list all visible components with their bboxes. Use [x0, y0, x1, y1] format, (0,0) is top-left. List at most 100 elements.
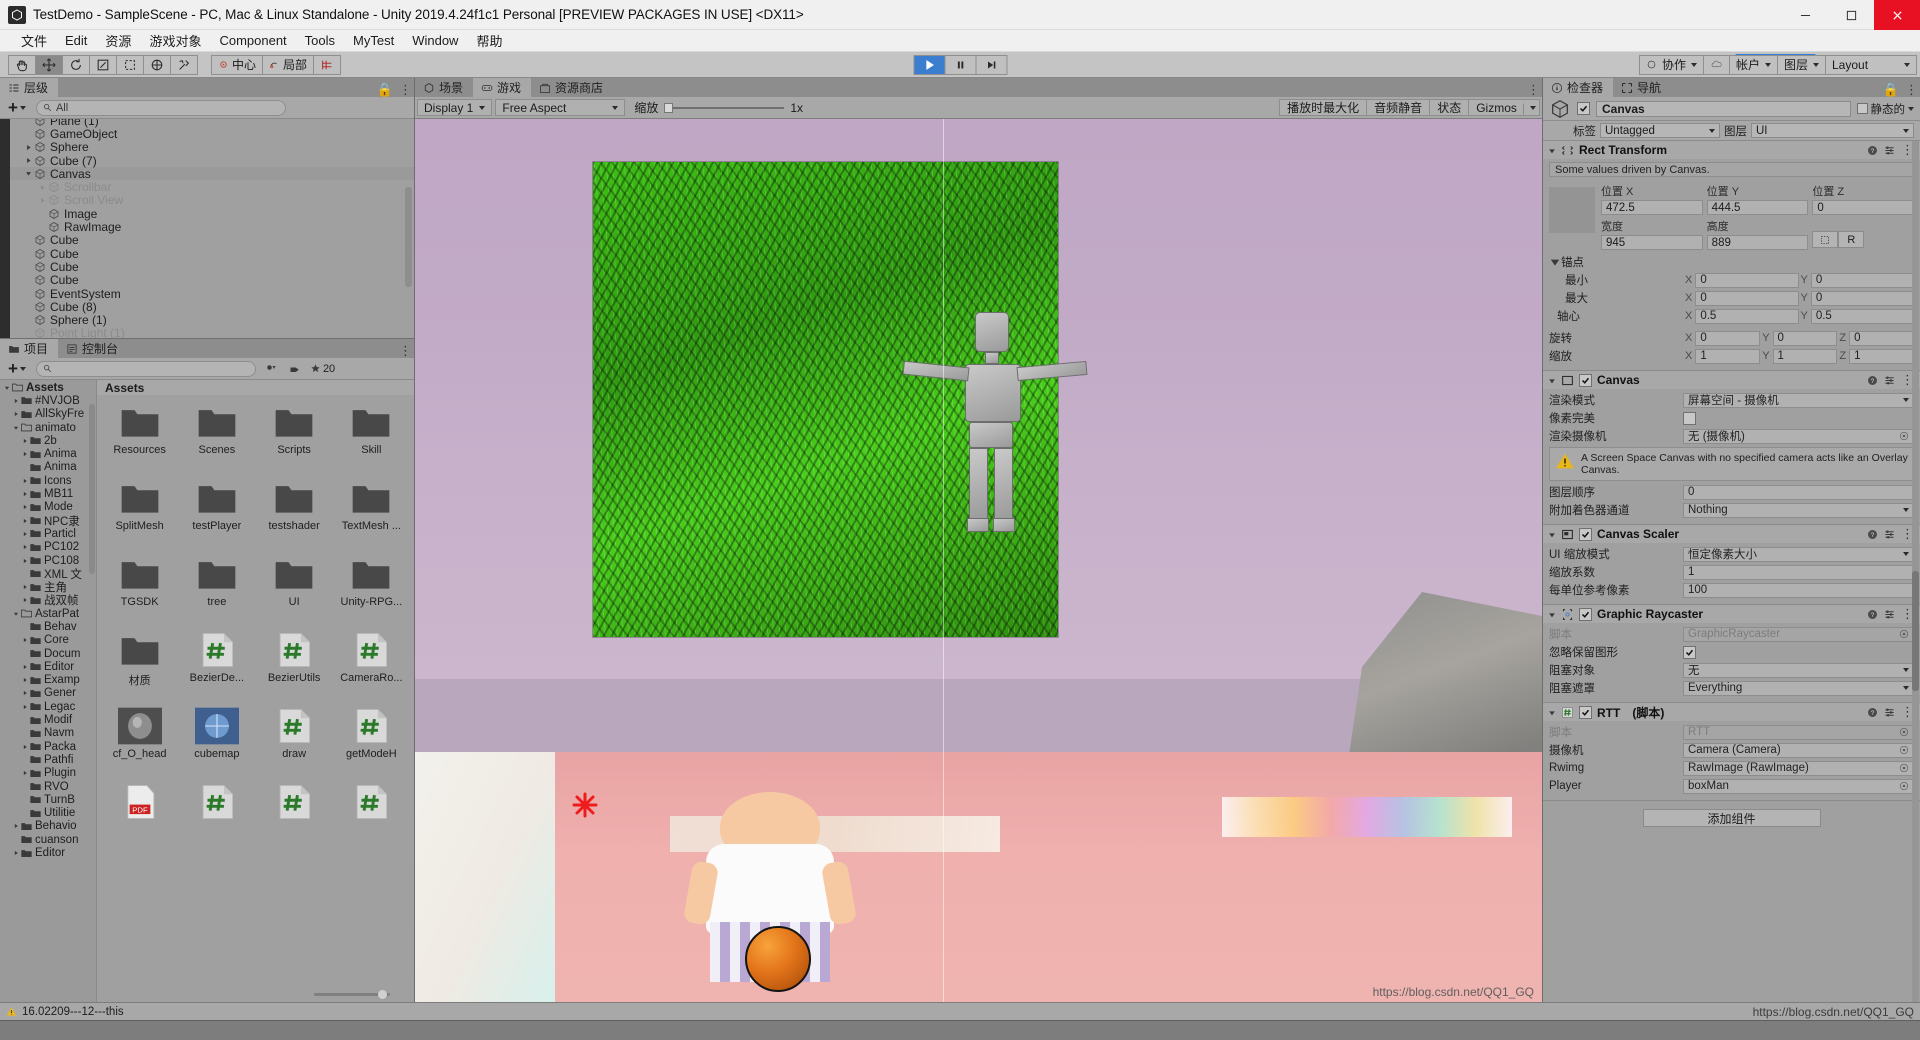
- expand-toggle[interactable]: [1549, 256, 1561, 268]
- expand-toggle[interactable]: [20, 770, 30, 776]
- blueprint-mode-button[interactable]: [1812, 231, 1839, 248]
- help-icon[interactable]: ?: [1867, 145, 1878, 156]
- component-header[interactable]: Rect Transform? ⋮: [1543, 141, 1920, 159]
- expand-toggle[interactable]: [20, 518, 30, 524]
- layout-button[interactable]: Layout: [1825, 54, 1917, 75]
- project-tree-item[interactable]: Assets: [0, 381, 96, 394]
- expand-toggle[interactable]: [11, 411, 21, 417]
- asset-item[interactable]: Skill: [333, 403, 410, 479]
- x-field[interactable]: 0.5: [1695, 308, 1799, 324]
- preset-icon[interactable]: [1884, 707, 1895, 718]
- project-tree-item[interactable]: AstarPat: [0, 607, 96, 620]
- expand-toggle[interactable]: [1548, 607, 1556, 622]
- expand-toggle[interactable]: [20, 451, 30, 457]
- filter-by-type-button[interactable]: [262, 361, 280, 377]
- component-header[interactable]: Canvas Scaler? ⋮: [1543, 525, 1920, 543]
- menu-item-file[interactable]: 文件: [12, 29, 56, 52]
- project-tree-item[interactable]: MB11: [0, 487, 96, 500]
- project-tree-scrollbar[interactable]: [89, 404, 95, 574]
- asset-item[interactable]: TGSDK: [101, 555, 178, 631]
- asset-item[interactable]: Resources: [101, 403, 178, 479]
- pivot-rotation-button[interactable]: 局部: [262, 54, 314, 75]
- lock-icon[interactable]: 🔒: [1883, 83, 1899, 96]
- asset-item[interactable]: testPlayer: [178, 479, 255, 555]
- maximize-button[interactable]: [1828, 0, 1874, 30]
- tab-project[interactable]: 项目: [0, 339, 59, 358]
- hierarchy-item-cube[interactable]: Cube: [0, 260, 414, 274]
- layers-button[interactable]: 图层: [1776, 54, 1826, 75]
- project-tree-item[interactable]: Core: [0, 634, 96, 647]
- project-tree-item[interactable]: Behavio: [0, 820, 96, 833]
- aspect-dropdown[interactable]: Free Aspect: [495, 99, 626, 116]
- rotate-tool-button[interactable]: [62, 54, 90, 75]
- expand-toggle[interactable]: [23, 170, 34, 177]
- asset-item[interactable]: draw: [256, 707, 333, 783]
- tag-dropdown[interactable]: Untagged: [1600, 123, 1720, 138]
- expand-toggle[interactable]: [1548, 143, 1556, 158]
- transform-tool-button[interactable]: [143, 54, 171, 75]
- project-tree-item[interactable]: PC102: [0, 541, 96, 554]
- hierarchy-item-rawimage[interactable]: RawImage: [0, 220, 414, 234]
- hierarchy-item-cube[interactable]: Cube: [0, 233, 414, 247]
- project-tab-actions[interactable]: ⋮: [399, 344, 412, 357]
- hierarchy-item-canvas[interactable]: Canvas: [0, 167, 414, 181]
- preset-icon[interactable]: [1884, 375, 1895, 386]
- tab-navigation[interactable]: 导航: [1613, 78, 1672, 97]
- tab-game[interactable]: 游戏: [473, 78, 532, 97]
- preset-icon[interactable]: [1884, 609, 1895, 620]
- project-tree-item[interactable]: Navm: [0, 727, 96, 740]
- project-tree-item[interactable]: 主角: [0, 580, 96, 594]
- help-icon[interactable]: ?: [1867, 529, 1878, 540]
- expand-toggle[interactable]: [11, 425, 21, 431]
- tab-scene[interactable]: 场景: [415, 78, 474, 97]
- lock-icon[interactable]: 🔒: [377, 83, 393, 96]
- project-tree-item[interactable]: Editor: [0, 846, 96, 859]
- expand-toggle[interactable]: [20, 544, 30, 550]
- game-scale-control[interactable]: 缩放 1x: [628, 99, 809, 116]
- project-tree-item[interactable]: Docum: [0, 647, 96, 660]
- project-tree-item[interactable]: Mode: [0, 501, 96, 514]
- project-tree-item[interactable]: 战双帧: [0, 594, 96, 607]
- y-field[interactable]: 0.5: [1810, 308, 1914, 324]
- asset-item[interactable]: BezierDe...: [178, 631, 255, 707]
- value-field[interactable]: 0: [1683, 484, 1914, 500]
- project-tree-item[interactable]: Editor: [0, 660, 96, 673]
- expand-toggle[interactable]: [20, 584, 30, 590]
- anchor-preview[interactable]: [1549, 187, 1595, 233]
- x-field[interactable]: 0: [1695, 272, 1799, 288]
- rect-tool-button[interactable]: [116, 54, 144, 75]
- hierarchy-search-input[interactable]: All: [35, 99, 286, 116]
- play-button[interactable]: [913, 54, 946, 75]
- project-tree-item[interactable]: animato: [0, 421, 96, 434]
- expand-toggle[interactable]: [1548, 373, 1556, 388]
- project-tree-item[interactable]: AllSkyFre: [0, 408, 96, 421]
- component-header[interactable]: RTT (脚本)? ⋮: [1543, 703, 1920, 721]
- object-picker-icon[interactable]: [1899, 431, 1909, 441]
- static-toggle[interactable]: 静态的: [1856, 101, 1914, 117]
- object-field[interactable]: GraphicRaycaster: [1683, 626, 1914, 642]
- hierarchy-item-sphere[interactable]: Sphere: [0, 140, 414, 154]
- add-component-button[interactable]: 添加组件: [1642, 809, 1821, 827]
- inspector-scrollbar-thumb[interactable]: [1912, 571, 1919, 691]
- move-tool-button[interactable]: [35, 54, 63, 75]
- asset-item[interactable]: SplitMesh: [101, 479, 178, 555]
- help-icon[interactable]: ?: [1867, 375, 1878, 386]
- expand-toggle[interactable]: [20, 558, 30, 564]
- y-field[interactable]: 0: [1810, 272, 1914, 288]
- project-zoom-knob[interactable]: [378, 989, 387, 999]
- asset-item[interactable]: PDF: [101, 783, 178, 859]
- hierarchy-item-gameobject[interactable]: GameObject: [0, 127, 414, 141]
- hierarchy-tab-actions[interactable]: 🔒 ⋮: [377, 83, 412, 96]
- pos-z-field[interactable]: 0: [1812, 200, 1915, 215]
- scale-tool-button[interactable]: [89, 54, 117, 75]
- expand-toggle[interactable]: [37, 184, 48, 191]
- preset-icon[interactable]: [1884, 529, 1895, 540]
- cloud-button[interactable]: [1702, 54, 1730, 75]
- anchors-foldout[interactable]: 锚点: [1549, 254, 1914, 270]
- asset-item[interactable]: Scripts: [256, 403, 333, 479]
- hierarchy-add-button[interactable]: +: [4, 99, 30, 116]
- preset-icon[interactable]: [1884, 145, 1895, 156]
- expand-toggle[interactable]: [11, 398, 21, 404]
- dropdown-value[interactable]: 无: [1683, 662, 1914, 678]
- pos-x-field[interactable]: 472.5: [1601, 200, 1703, 215]
